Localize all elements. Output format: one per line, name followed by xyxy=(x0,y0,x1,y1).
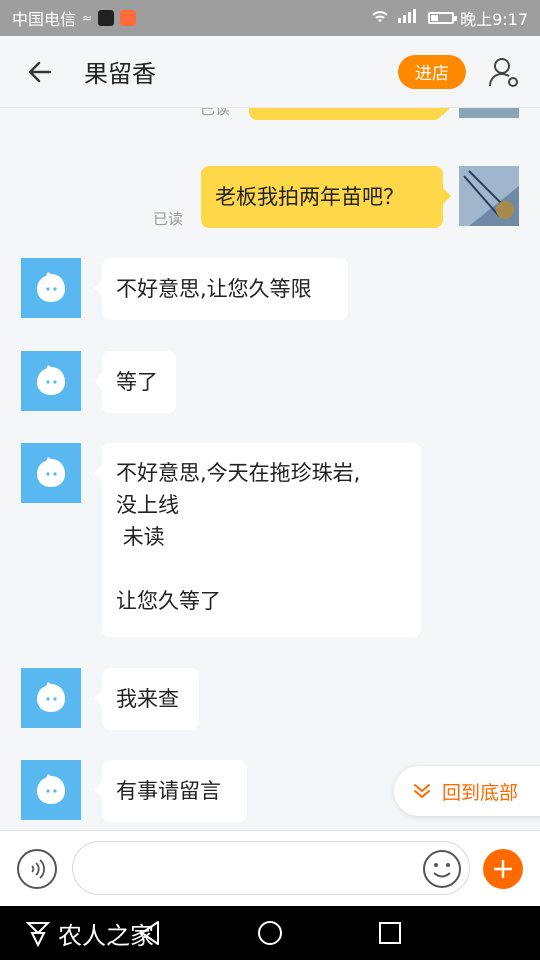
outgoing-message[interactable]: 老板我拍两年苗吧？ xyxy=(201,166,451,228)
carrier-label: 中国电信 xyxy=(12,10,77,29)
outgoing-message-partial[interactable] xyxy=(249,108,450,120)
bot-face-icon xyxy=(37,365,65,395)
emoji-button[interactable] xyxy=(421,848,463,890)
input-bar xyxy=(0,830,540,906)
scroll-to-bottom-label: 回到底部 xyxy=(442,781,519,804)
chevron-down-icon xyxy=(414,784,430,798)
nav-home-icon[interactable] xyxy=(257,920,283,946)
back-button[interactable] xyxy=(0,36,80,108)
incoming-message[interactable]: 不好意思,让您久等限 xyxy=(94,258,348,320)
back-arrow-icon xyxy=(28,61,52,82)
hd-icon: ≈ xyxy=(82,11,93,25)
system-nav-bar: 农人之家 xyxy=(0,906,540,960)
incoming-message[interactable]: 不好意思,今天在拖珍珠岩, 没上线 未读 让您久等了 xyxy=(94,443,421,637)
user-settings-button[interactable] xyxy=(484,52,524,92)
nav-back-icon[interactable] xyxy=(138,920,162,946)
avatar[interactable] xyxy=(459,108,519,118)
bot-face-icon xyxy=(37,774,65,804)
voice-icon xyxy=(31,859,45,879)
message-input[interactable] xyxy=(72,841,470,895)
watermark: 农人之家 xyxy=(22,906,154,960)
enter-shop-button[interactable]: 进店 xyxy=(398,54,466,89)
signal-icon xyxy=(396,8,422,28)
incoming-message[interactable]: 等了 xyxy=(94,351,176,413)
incoming-message[interactable]: 我来查 xyxy=(94,668,199,730)
emoji-icon xyxy=(423,850,461,888)
avatar[interactable] xyxy=(21,668,81,728)
bot-face-icon xyxy=(37,272,65,302)
watermark-logo-icon xyxy=(25,922,51,948)
person-settings-icon xyxy=(489,57,518,87)
bot-face-icon xyxy=(37,682,65,712)
chat-header: 果留香 进店 xyxy=(0,36,540,108)
battery-icon xyxy=(428,12,458,24)
chat-area[interactable]: 已读 已读 老板我拍两年苗吧？ 不好意思,让您久等限 等了 不好意思,今天在拖珍… xyxy=(0,108,540,830)
avatar[interactable] xyxy=(21,443,81,503)
scroll-to-bottom-button[interactable]: 回到底部 xyxy=(394,766,540,816)
video-app-icon xyxy=(120,10,137,26)
tiktok-icon xyxy=(98,10,115,26)
more-options-button[interactable] xyxy=(483,849,523,889)
avatar[interactable] xyxy=(21,760,81,820)
incoming-message[interactable]: 有事请留言 xyxy=(94,760,247,822)
nav-recents-icon[interactable] xyxy=(378,921,402,945)
page-title: 果留香 xyxy=(84,60,156,88)
plus-icon xyxy=(494,860,512,878)
read-status: 已读 xyxy=(153,210,184,228)
avatar[interactable] xyxy=(21,258,81,318)
avatar[interactable] xyxy=(459,166,519,226)
read-status: 已读 xyxy=(200,108,231,118)
avatar[interactable] xyxy=(21,351,81,411)
bot-face-icon xyxy=(37,457,65,487)
voice-button[interactable] xyxy=(17,849,57,889)
wifi-icon xyxy=(370,8,390,28)
clock: 晚上9:17 xyxy=(460,10,528,29)
status-bar: 中国电信 ≈ 晚上9:17 xyxy=(0,0,540,36)
